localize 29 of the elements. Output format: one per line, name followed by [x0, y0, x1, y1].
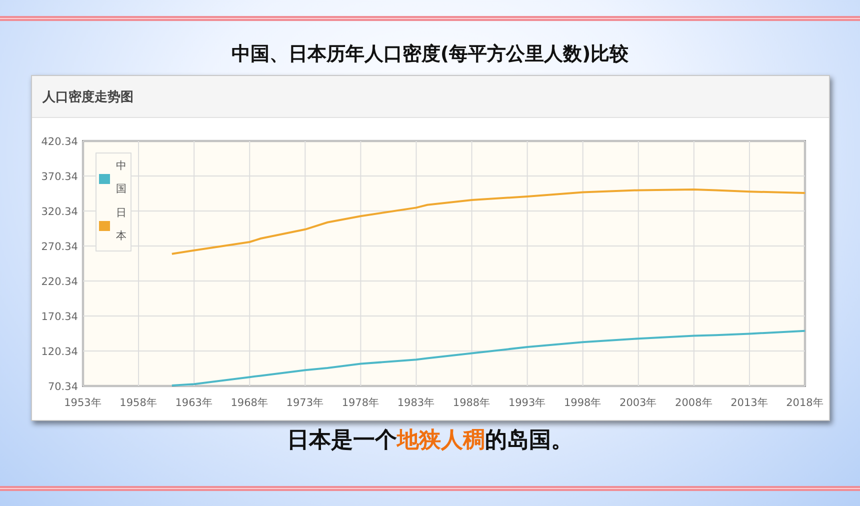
panel-title: 人口密度走势图	[42, 88, 134, 106]
legend-label: 本	[116, 230, 126, 242]
x-tick-label: 2013年	[730, 397, 768, 409]
y-tick-label: 270.34	[40, 241, 78, 253]
y-tick-label: 420.34	[40, 136, 78, 148]
y-tick-label: 320.34	[40, 206, 78, 218]
slide-title: 中国、日本历年人口密度(每平方公里人数)比较	[231, 42, 629, 67]
legend-label: 中	[116, 160, 126, 172]
x-tick-label: 1983年	[396, 397, 435, 409]
caption-text: 日本是一个地狭人稠的岛国。	[287, 427, 573, 455]
y-tick-label: 170.34	[40, 311, 78, 323]
y-tick-label: 70.34	[47, 381, 78, 393]
y-tick-label: 370.34	[40, 171, 78, 183]
x-tick-label: 2008年	[674, 397, 712, 409]
y-tick-label: 120.34	[40, 346, 78, 358]
x-tick-label: 1973年	[286, 397, 324, 409]
x-tick-label: 1988年	[452, 397, 490, 409]
x-tick-label: 1958年	[119, 397, 157, 409]
y-tick-label: 220.34	[40, 276, 78, 288]
legend-label: 日	[116, 207, 126, 219]
x-tick-label: 1978年	[341, 397, 380, 409]
x-tick-label: 1998年	[563, 397, 602, 409]
x-tick-label: 1993年	[508, 397, 546, 409]
x-tick-label: 1953年	[64, 397, 102, 409]
x-tick-label: 2003年	[619, 397, 657, 409]
x-tick-label: 2018年	[786, 397, 824, 409]
x-tick-label: 1963年	[174, 397, 212, 409]
x-tick-label: 1968年	[230, 397, 268, 409]
legend-label: 国	[116, 183, 126, 195]
